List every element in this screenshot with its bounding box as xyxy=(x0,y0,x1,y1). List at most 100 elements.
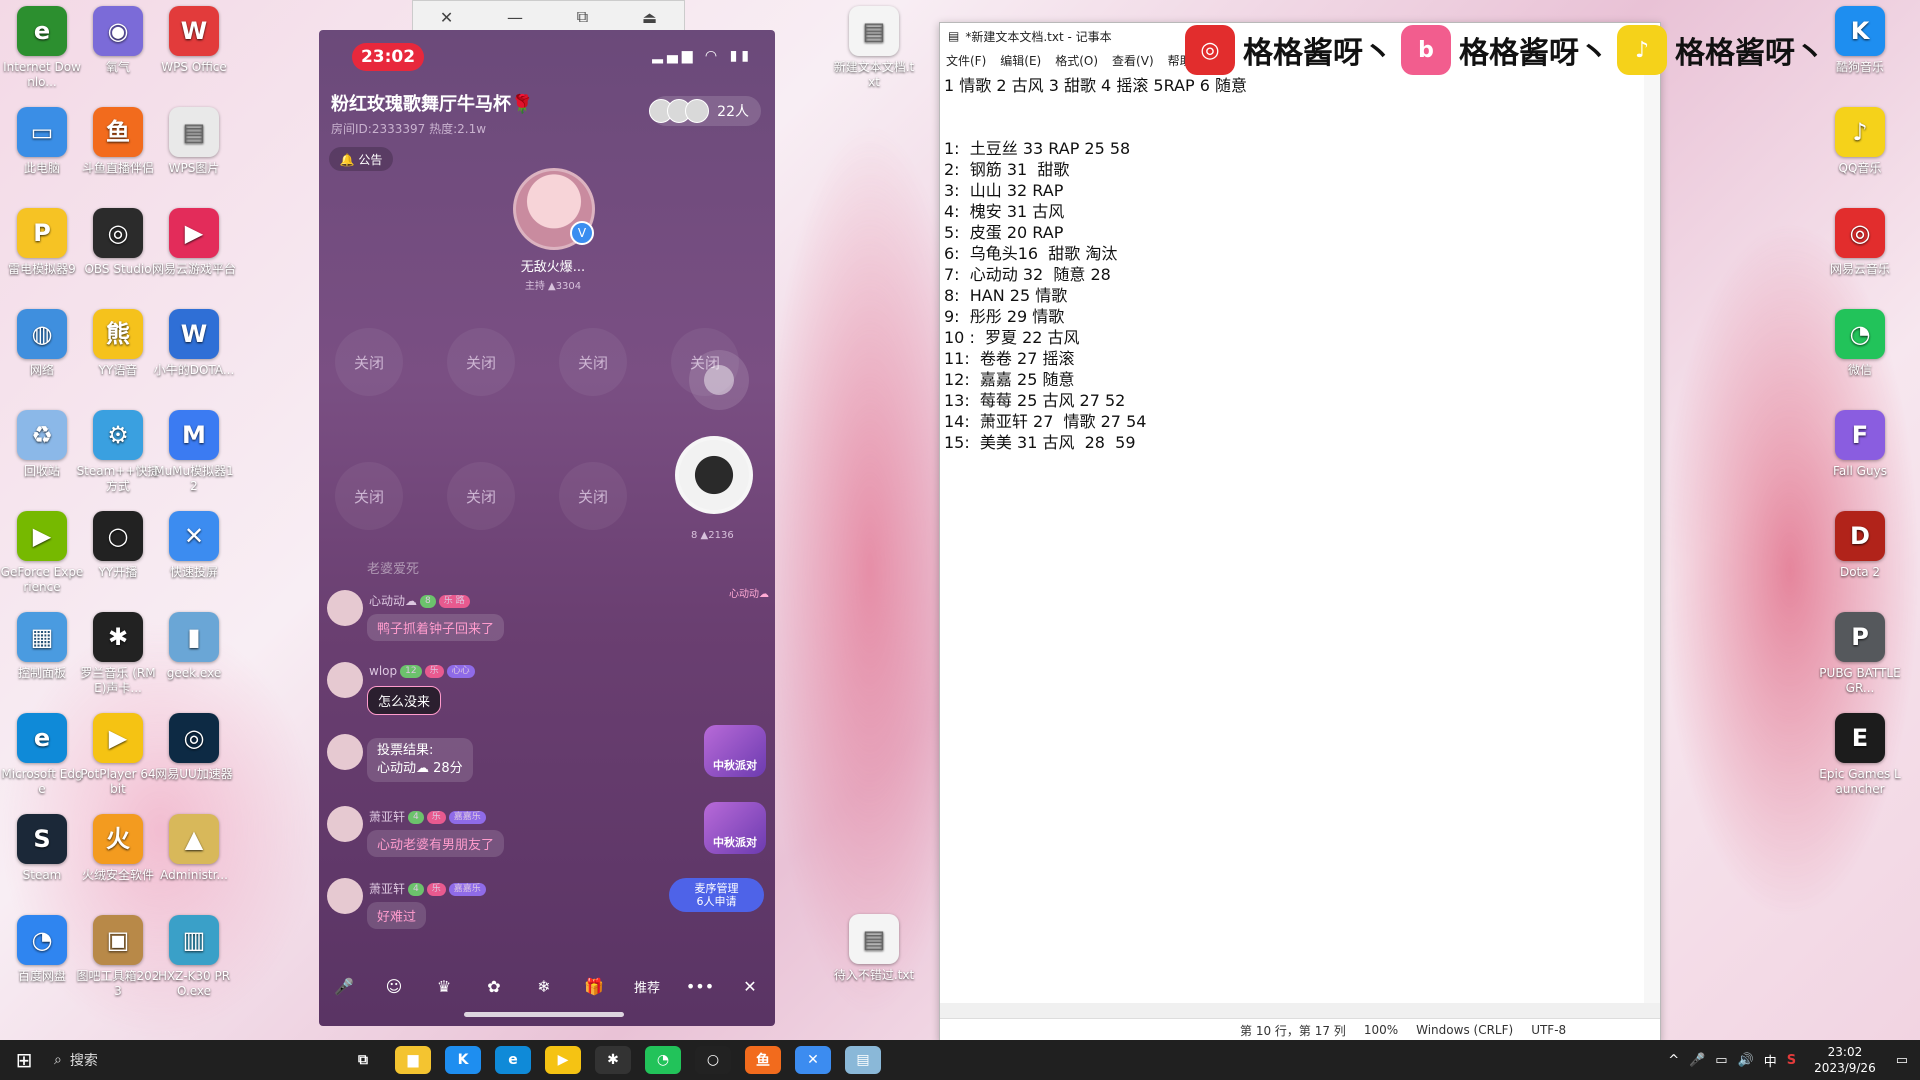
party-banner[interactable]: 中秋派对 xyxy=(704,725,766,777)
desktop-icon[interactable]: ▭ 此电脑 xyxy=(0,107,84,176)
avatar[interactable] xyxy=(327,662,363,698)
network-icon[interactable]: ▭ xyxy=(1715,1053,1727,1068)
desktop-icon[interactable]: ▮ geek.exe xyxy=(152,612,236,681)
vertical-scrollbar[interactable] xyxy=(1644,75,1660,1003)
close-icon[interactable]: ✕ xyxy=(440,8,453,27)
taskbar-search[interactable]: ⌕ 搜索 xyxy=(48,1040,328,1080)
desktop-icon[interactable]: ▤ WPS图片 xyxy=(152,107,236,176)
desktop-icon[interactable]: 火火绒安全软件 xyxy=(76,814,160,883)
gift-icon[interactable]: 🎁 xyxy=(579,971,609,1001)
seat2-avatar[interactable] xyxy=(675,436,753,514)
seat-closed[interactable]: 关闭 xyxy=(559,328,627,396)
taskbar-app-icon[interactable]: K xyxy=(445,1046,481,1074)
chat-nickname[interactable]: 萧亚轩 4 乐嘉嘉乐 xyxy=(369,880,486,897)
eject-icon[interactable]: ⏏ xyxy=(642,8,657,27)
mic-icon[interactable]: 🎤 xyxy=(329,971,359,1001)
taskbar-app-icon[interactable]: ▆ xyxy=(395,1046,431,1074)
queue-manage-button[interactable]: 麦序管理 6人申请 xyxy=(669,878,764,912)
chat-nickname[interactable]: wlop 12 乐心心 xyxy=(369,664,475,678)
minimize-icon[interactable]: — xyxy=(507,8,523,27)
seat-closed[interactable]: 关闭 xyxy=(335,462,403,530)
desktop-icon[interactable]: W WPS Office xyxy=(152,6,236,75)
clock[interactable]: 23:02 2023/9/26 xyxy=(1814,1044,1876,1076)
desktop-icon[interactable]: ◎ OBS Studio xyxy=(76,208,160,277)
tray-expand-icon[interactable]: ^ xyxy=(1668,1053,1679,1068)
menu-file[interactable]: 文件(F) xyxy=(946,52,986,69)
desktop-icon[interactable]: ◎ 网易UU加速器 xyxy=(152,713,236,782)
desktop-icon[interactable]: M MuMu模拟器12 xyxy=(152,410,236,494)
notification-icon[interactable]: ▭ xyxy=(1896,1053,1908,1068)
sogou-icon[interactable]: S xyxy=(1787,1053,1796,1068)
desktop-icon[interactable]: ▶ PotPlayer 64 bit xyxy=(76,713,160,797)
menu-format[interactable]: 格式(O) xyxy=(1055,52,1098,69)
online-users[interactable]: 22人 xyxy=(649,96,761,126)
recommend-button[interactable]: 推荐 xyxy=(629,971,665,1001)
desktop-icon[interactable]: e Microsoft Edge xyxy=(0,713,84,797)
desktop-icon[interactable]: D Dota 2 xyxy=(1818,511,1902,580)
microphone-icon[interactable]: 🎤 xyxy=(1689,1053,1705,1068)
taskbar-app-icon[interactable]: ⧉ xyxy=(345,1046,381,1074)
snowflake-icon[interactable]: ❄ xyxy=(529,971,559,1001)
desktop-icon[interactable]: ◔ 百度网盘 xyxy=(0,915,84,984)
desktop-icon[interactable]: ▣ 图吧工具箱2023 xyxy=(76,915,160,999)
desktop-icon[interactable]: ▥ HXZ-K30 PRO.exe xyxy=(152,915,236,999)
taskbar-app-icon[interactable]: ✱ xyxy=(595,1046,631,1074)
more-icon[interactable]: ••• xyxy=(685,971,715,1001)
windows-start-icon[interactable]: ⊞ xyxy=(0,1040,48,1080)
taskbar-app-icon[interactable]: ○ xyxy=(695,1046,731,1074)
desktop-icon[interactable]: S Steam xyxy=(0,814,84,883)
desktop-icon[interactable]: E Epic Games Launcher xyxy=(1818,713,1902,797)
floating-button[interactable] xyxy=(689,350,749,410)
close-icon[interactable]: ✕ xyxy=(735,971,765,1001)
desktop-icon[interactable]: ◎ 网易云音乐 xyxy=(1818,208,1902,277)
desktop-icon[interactable]: 熊 YY语音 xyxy=(76,309,160,378)
taskbar-app-icon[interactable]: ▤ xyxy=(845,1046,881,1074)
desktop-icon[interactable]: P 雷电模拟器9 xyxy=(0,208,84,277)
crown-icon[interactable]: ♛ xyxy=(429,971,459,1001)
host-seat[interactable]: V 无敌火爆... 主持 ▲3304 xyxy=(513,168,595,292)
desktop-icon[interactable]: ✱ 罗兰音乐 (RME)声卡... xyxy=(76,612,160,696)
menu-view[interactable]: 查看(V) xyxy=(1112,52,1154,69)
desktop-icon[interactable]: 鱼斗鱼直播伴侣 xyxy=(76,107,160,176)
avatar[interactable] xyxy=(327,734,363,770)
desktop-icon[interactable]: ▤ 待入不错过.txt xyxy=(832,914,916,983)
input-method-icon[interactable]: 中 xyxy=(1764,1051,1777,1070)
desktop-icon[interactable]: ◔ 微信 xyxy=(1818,309,1902,378)
text-editor[interactable]: 1 情歌 2 古风 3 甜歌 4 摇滚 5RAP 6 随意 1: 土豆丝 33 … xyxy=(944,75,1247,453)
desktop-icon[interactable]: ▶ 网易云游戏平台 xyxy=(152,208,236,277)
desktop-icon[interactable]: ✕ 快速投屏 xyxy=(152,511,236,580)
flower-icon[interactable]: ✿ xyxy=(479,971,509,1001)
desktop-icon[interactable]: ◍ 网络 xyxy=(0,309,84,378)
menu-edit[interactable]: 编辑(E) xyxy=(1000,52,1041,69)
taskbar-app-icon[interactable]: 鱼 xyxy=(745,1046,781,1074)
horizontal-scrollbar[interactable] xyxy=(940,1003,1660,1019)
desktop-icon[interactable]: ♪ QQ音乐 xyxy=(1818,107,1902,176)
desktop-icon[interactable]: ⚙ Steam++快捷方式 xyxy=(76,410,160,494)
taskbar-app-icon[interactable]: e xyxy=(495,1046,531,1074)
desktop-icon[interactable]: ▶ GeForce Experience xyxy=(0,511,84,595)
home-indicator[interactable] xyxy=(464,1012,624,1017)
seat-closed[interactable]: 关闭 xyxy=(447,462,515,530)
chat-nickname[interactable]: 心动动☁ 8 乐 路 xyxy=(369,592,470,609)
desktop-icon[interactable]: P PUBG BATTLEGR... xyxy=(1818,612,1902,696)
avatar[interactable] xyxy=(327,590,363,626)
volume-icon[interactable]: 🔊 xyxy=(1738,1053,1754,1068)
seat-closed[interactable]: 关闭 xyxy=(335,328,403,396)
seat-closed[interactable]: 关闭 xyxy=(559,462,627,530)
chat-icon[interactable]: ☺ xyxy=(379,971,409,1001)
restore-icon[interactable]: ⧉ xyxy=(577,7,588,27)
desktop-icon[interactable]: ♻ 回收站 xyxy=(0,410,84,479)
taskbar-app-icon[interactable]: ✕ xyxy=(795,1046,831,1074)
desktop-icon[interactable]: W 小牛的DOTA... xyxy=(152,309,236,378)
avatar[interactable] xyxy=(327,806,363,842)
desktop-icon[interactable]: ○ YY开播 xyxy=(76,511,160,580)
desktop-icon[interactable]: ▦ 控制面板 xyxy=(0,612,84,681)
taskbar-app-icon[interactable]: ◔ xyxy=(645,1046,681,1074)
chat-nickname[interactable]: 萧亚轩 4 乐嘉嘉乐 xyxy=(369,808,486,825)
desktop-icon[interactable]: ▤ 新建文本文档.txt xyxy=(832,6,916,90)
desktop-icon[interactable]: ▲ Administr... xyxy=(152,814,236,883)
taskbar-app-icon[interactable]: ▶ xyxy=(545,1046,581,1074)
party-banner[interactable]: 中秋派对 xyxy=(704,802,766,854)
seat-closed[interactable]: 关闭 xyxy=(447,328,515,396)
desktop-icon[interactable]: ◉ 氧气 xyxy=(76,6,160,75)
